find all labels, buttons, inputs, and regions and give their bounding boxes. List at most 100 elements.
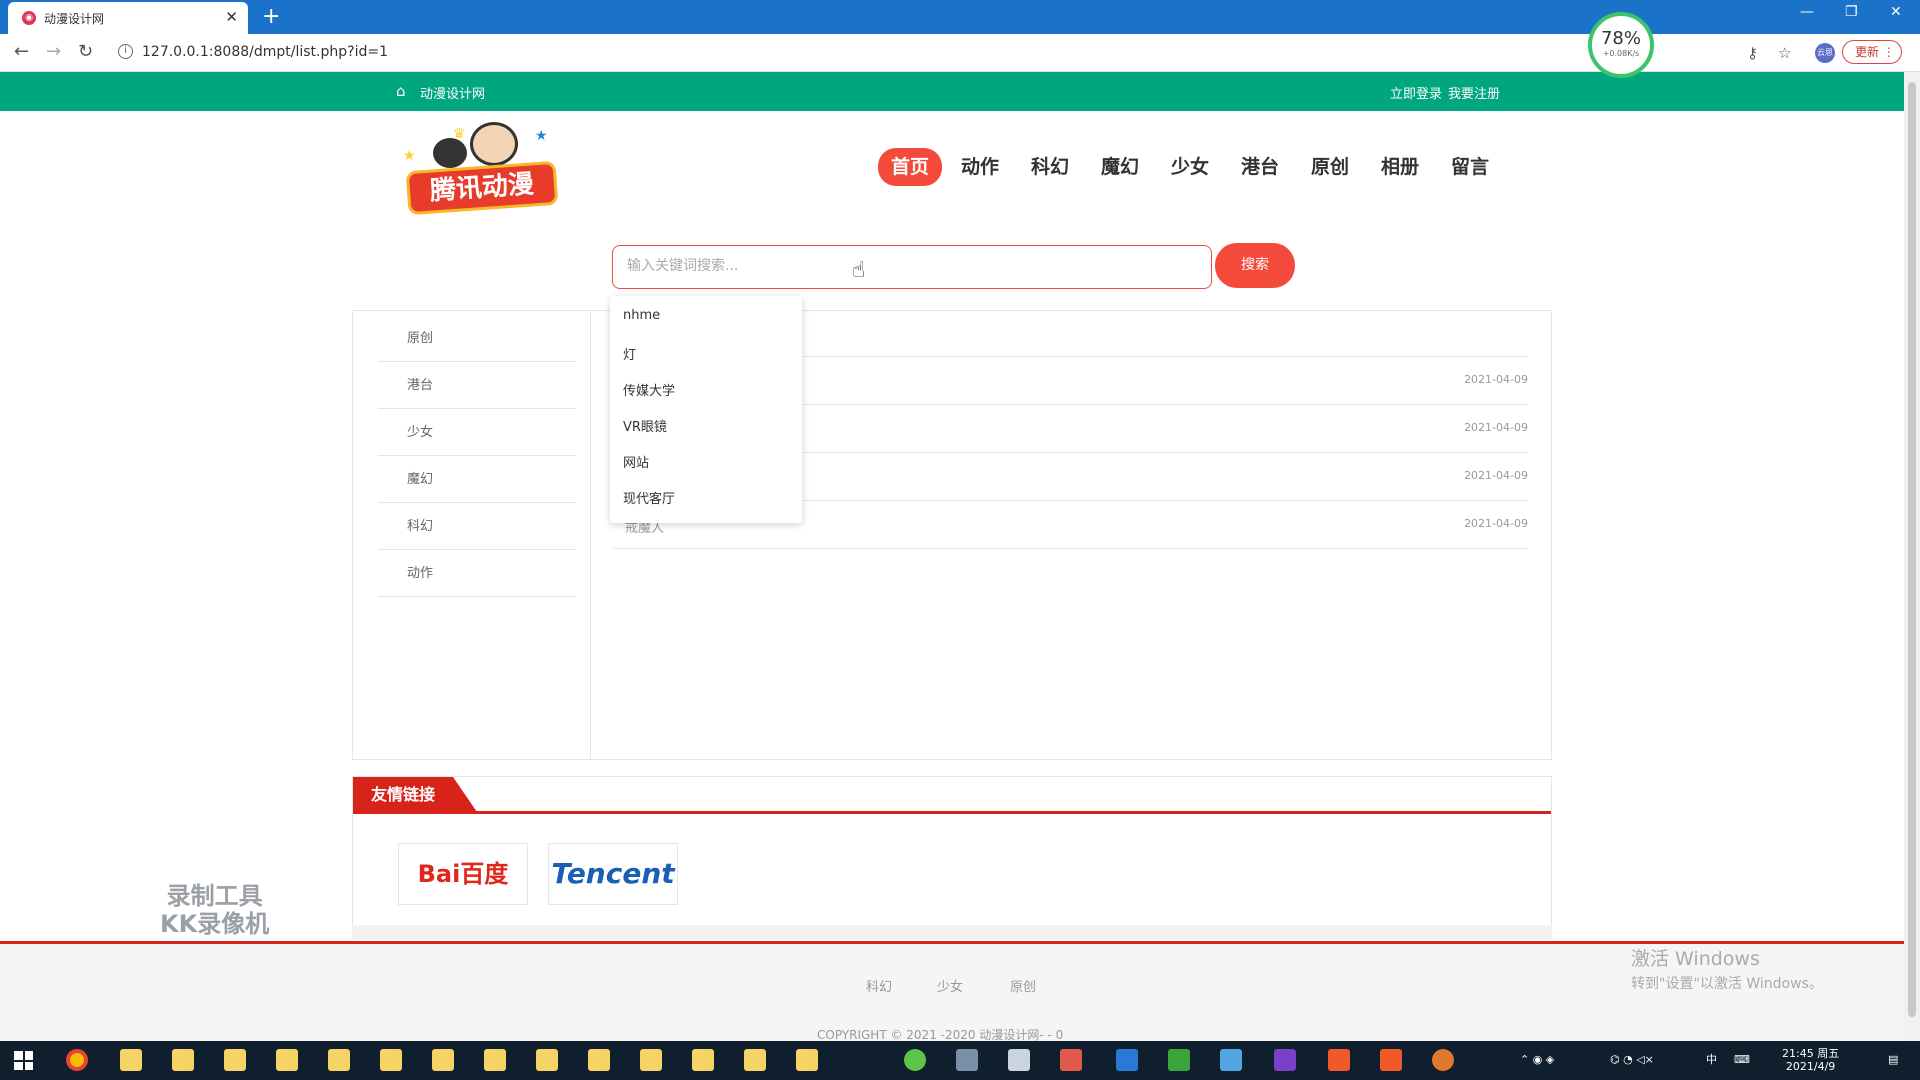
recorder-icon[interactable]	[1432, 1049, 1454, 1071]
windows-taskbar: ⌃ ◉ ◈ ⌬ ◔ ◁× 中 ⌨ 21:45 周五 2021/4/9 ▤	[0, 1041, 1920, 1080]
home-icon[interactable]: ⌂	[396, 82, 406, 100]
sidebar-item-fantasy[interactable]: 魔幻	[378, 456, 576, 503]
nav-fantasy[interactable]: 魔幻	[1088, 148, 1152, 186]
list-item-date: 2021-04-09	[1464, 421, 1528, 434]
nav-action[interactable]: 动作	[948, 148, 1012, 186]
suggestion-item[interactable]: 网站	[623, 452, 649, 471]
folder-icon[interactable]	[692, 1049, 714, 1071]
friend-links-heading: 友情链接	[353, 777, 477, 812]
site-info-icon[interactable]: i	[118, 44, 133, 59]
keyboard-icon[interactable]: ⌨	[1734, 1053, 1750, 1066]
content-panel: 原创 港台 少女 魔幻 科幻 动作 2021-04-09 2021-04-09 …	[352, 310, 1552, 760]
minimize-icon[interactable]: —	[1800, 4, 1814, 20]
site-name-link[interactable]: 动漫设计网	[420, 83, 485, 102]
network-speed-widget[interactable]: 78% +0.08K/s	[1588, 12, 1654, 78]
ime-indicator[interactable]: 中	[1706, 1053, 1717, 1066]
browser-app-icon[interactable]	[904, 1049, 926, 1071]
list-item-date: 2021-04-09	[1464, 373, 1528, 386]
windows-start-icon[interactable]	[14, 1051, 33, 1070]
horizontal-scrollbar[interactable]	[352, 925, 1552, 939]
back-icon[interactable]: ←	[14, 41, 29, 62]
nav-hktw[interactable]: 港台	[1228, 148, 1292, 186]
baidu-link[interactable]: Bai百度	[398, 843, 528, 905]
watermark-line1: 录制工具	[166, 882, 263, 910]
footer-link-original[interactable]: 原创	[1010, 976, 1036, 995]
friend-links-divider	[353, 811, 1551, 814]
app-icon[interactable]	[1380, 1049, 1402, 1071]
close-window-icon[interactable]: ✕	[1890, 4, 1902, 20]
suggestion-item[interactable]: 现代客厅	[623, 488, 675, 507]
sidebar-item-hktw[interactable]: 港台	[378, 362, 576, 409]
nav-message[interactable]: 留言	[1438, 148, 1502, 186]
nav-scifi[interactable]: 科幻	[1018, 148, 1082, 186]
browser-tab[interactable]: ◉ 动漫设计网 ✕	[8, 2, 248, 34]
suggestion-item[interactable]: nhme	[623, 308, 660, 323]
star-icon: ★	[535, 128, 548, 144]
notification-icon[interactable]: ▤	[1888, 1053, 1898, 1066]
footer-link-scifi[interactable]: 科幻	[866, 976, 892, 995]
app-icon[interactable]	[956, 1049, 978, 1071]
chrome-icon[interactable]	[66, 1049, 88, 1071]
reload-icon[interactable]: ↻	[78, 41, 93, 62]
folder-icon[interactable]	[796, 1049, 818, 1071]
restore-icon[interactable]: ❐	[1845, 4, 1858, 20]
sidebar-item-scifi[interactable]: 科幻	[378, 503, 576, 550]
folder-icon[interactable]	[224, 1049, 246, 1071]
auth-links: 立即登录 我要注册	[1390, 83, 1506, 102]
folder-icon[interactable]	[172, 1049, 194, 1071]
watermark-line2: KK录像机	[160, 910, 270, 938]
nav-shoujo[interactable]: 少女	[1158, 148, 1222, 186]
url-field[interactable]: 127.0.0.1:8088/dmpt/list.php?id=1	[142, 44, 388, 60]
app-icon[interactable]	[1060, 1049, 1082, 1071]
folder-icon[interactable]	[120, 1049, 142, 1071]
clock[interactable]: 21:45 周五 2021/4/9	[1782, 1047, 1839, 1073]
footer-link-shoujo[interactable]: 少女	[937, 976, 963, 995]
bookmark-star-icon[interactable]: ☆	[1778, 44, 1791, 62]
suggestion-item[interactable]: 传媒大学	[623, 380, 675, 399]
forward-icon[interactable]: →	[46, 41, 61, 62]
vertical-scrollbar[interactable]	[1904, 72, 1920, 1041]
folder-icon[interactable]	[328, 1049, 350, 1071]
sidebar-item-shoujo[interactable]: 少女	[378, 409, 576, 456]
activate-windows-notice: 激活 Windows 转到"设置"以激活 Windows。	[1631, 944, 1823, 993]
tray-icons[interactable]: ⌃ ◉ ◈	[1520, 1053, 1554, 1066]
folder-icon[interactable]	[432, 1049, 454, 1071]
app-icon[interactable]	[1328, 1049, 1350, 1071]
recorder-watermark: 录制工具 KK录像机	[160, 882, 269, 938]
folder-icon[interactable]	[484, 1049, 506, 1071]
tencent-link[interactable]: Tencent	[548, 843, 678, 905]
nav-original[interactable]: 原创	[1298, 148, 1362, 186]
folder-icon[interactable]	[744, 1049, 766, 1071]
sidebar-item-original[interactable]: 原创	[378, 315, 576, 362]
scrollbar-thumb[interactable]	[1908, 82, 1916, 1017]
register-link[interactable]: 我要注册	[1448, 87, 1500, 102]
pen-tool-icon[interactable]	[1008, 1049, 1030, 1071]
close-tab-icon[interactable]: ✕	[225, 8, 238, 26]
update-button[interactable]: 更新 ⋮	[1842, 40, 1902, 64]
login-link[interactable]: 立即登录	[1390, 87, 1442, 102]
folder-icon[interactable]	[536, 1049, 558, 1071]
suggestion-item[interactable]: 灯	[623, 344, 636, 363]
search-button[interactable]: 搜索	[1215, 243, 1295, 288]
new-tab-button[interactable]: +	[262, 4, 280, 29]
logo-text: 腾讯动漫	[405, 160, 559, 216]
key-icon[interactable]: ⚷	[1747, 44, 1758, 62]
phpstorm-icon[interactable]	[1274, 1049, 1296, 1071]
vscode-icon[interactable]	[1116, 1049, 1138, 1071]
nav-home[interactable]: 首页	[878, 148, 942, 186]
suggestion-item[interactable]: VR眼镜	[623, 416, 667, 435]
folder-icon[interactable]	[380, 1049, 402, 1071]
profile-avatar[interactable]: 云思	[1815, 43, 1835, 63]
activate-title: 激活 Windows	[1631, 948, 1760, 970]
network-icon[interactable]: ⌬ ◔ ◁×	[1610, 1053, 1654, 1066]
folder-icon[interactable]	[640, 1049, 662, 1071]
list-item-date: 2021-04-09	[1464, 469, 1528, 482]
app-icon[interactable]	[1220, 1049, 1242, 1071]
sidebar-item-action[interactable]: 动作	[378, 550, 576, 597]
folder-icon[interactable]	[588, 1049, 610, 1071]
search-input[interactable]: 输入关键词搜索...	[612, 245, 1212, 289]
folder-icon[interactable]	[276, 1049, 298, 1071]
nav-album[interactable]: 相册	[1368, 148, 1432, 186]
notepad-icon[interactable]	[1168, 1049, 1190, 1071]
site-logo[interactable]: ★ ★ ♛ 腾讯动漫	[395, 118, 570, 218]
